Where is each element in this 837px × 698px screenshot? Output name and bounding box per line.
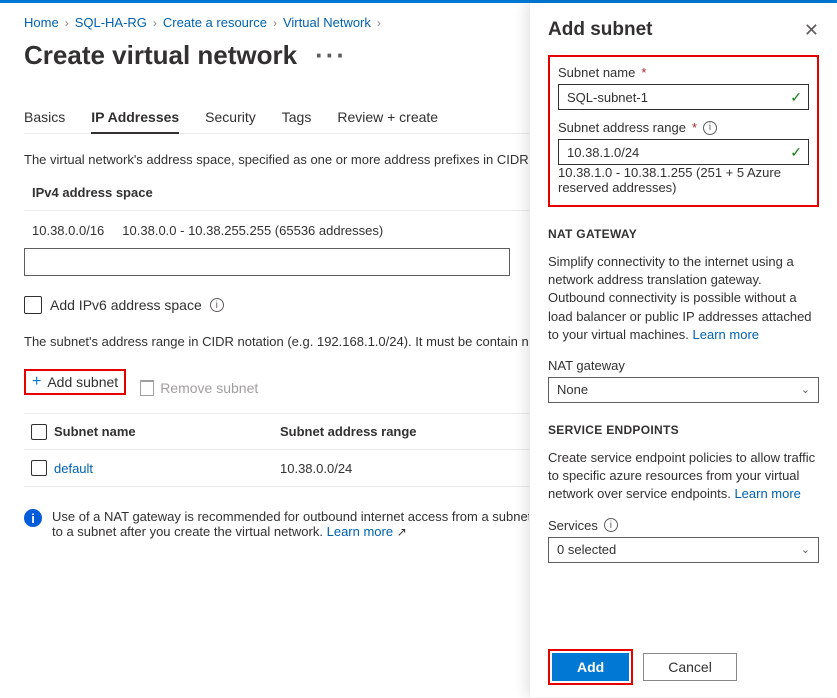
row-checkbox[interactable] (31, 460, 47, 476)
tab-ip-addresses[interactable]: IP Addresses (91, 103, 179, 133)
breadcrumb-create[interactable]: Create a resource (163, 15, 267, 30)
panel-title: Add subnet (548, 19, 653, 41)
more-icon[interactable]: ··· (315, 40, 347, 71)
nat-gateway-desc: Simplify connectivity to the internet us… (548, 253, 819, 344)
info-icon[interactable]: i (210, 298, 224, 312)
address-space-input[interactable] (24, 248, 510, 276)
close-icon[interactable]: ✕ (804, 20, 819, 41)
ipv6-label: Add IPv6 address space (50, 297, 202, 313)
ipv6-checkbox[interactable] (24, 296, 42, 314)
subnet-name-label: Subnet name* (558, 65, 809, 80)
subnet-range-hint: 10.38.1.0 - 10.38.1.255 (251 + 5 Azure r… (558, 165, 809, 195)
tab-security[interactable]: Security (205, 103, 256, 133)
add-subnet-panel: Add subnet ✕ Subnet name* SQL-subnet-1 ✓… (529, 3, 837, 697)
check-icon: ✓ (790, 144, 802, 161)
chevron-down-icon: ⌄ (801, 383, 810, 396)
info-icon: i (24, 509, 42, 527)
subnet-range-label: Subnet address range* i (558, 120, 809, 135)
remove-subnet-button[interactable]: Remove subnet (140, 380, 258, 396)
service-endpoints-desc: Create service endpoint policies to allo… (548, 449, 819, 504)
cancel-button[interactable]: Cancel (643, 653, 737, 681)
learn-more-link[interactable]: Learn more (327, 524, 393, 539)
info-icon[interactable]: i (703, 121, 717, 135)
learn-more-link[interactable]: Learn more (693, 327, 759, 342)
th-subnet-name: Subnet name (54, 424, 280, 439)
add-button-highlight: Add (548, 649, 633, 685)
trash-icon (140, 380, 154, 396)
chevron-icon: › (65, 16, 69, 30)
info-icon[interactable]: i (604, 518, 618, 532)
chevron-icon: › (153, 16, 157, 30)
subnet-fields-highlight: Subnet name* SQL-subnet-1 ✓ Subnet addre… (548, 55, 819, 207)
th-subnet-range: Subnet address range (280, 424, 417, 439)
add-subnet-highlight: + Add subnet (24, 369, 126, 395)
subnet-range-input[interactable]: 10.38.1.0/24 ✓ (558, 139, 809, 165)
plus-icon: + (32, 373, 41, 391)
chevron-icon: › (377, 16, 381, 30)
subnet-name-input[interactable]: SQL-subnet-1 ✓ (558, 84, 809, 110)
service-endpoints-title: SERVICE ENDPOINTS (548, 423, 819, 437)
services-label: Services i (548, 518, 819, 533)
breadcrumb-home[interactable]: Home (24, 15, 59, 30)
nat-gateway-title: NAT GATEWAY (548, 227, 819, 241)
select-all-checkbox[interactable] (31, 424, 47, 440)
chevron-icon: › (273, 16, 277, 30)
nat-info-text: Use of a NAT gateway is recommended for … (52, 509, 560, 539)
add-subnet-button[interactable]: + Add subnet (32, 373, 118, 391)
services-dropdown[interactable]: 0 selected ⌄ (548, 537, 819, 563)
tab-basics[interactable]: Basics (24, 103, 65, 133)
ipv4-address: 10.38.0.0/16 (32, 223, 104, 238)
nat-gateway-label: NAT gateway (548, 358, 819, 373)
chevron-down-icon: ⌄ (801, 543, 810, 556)
external-link-icon: ↗ (397, 525, 407, 539)
nat-gateway-dropdown[interactable]: None ⌄ (548, 377, 819, 403)
tab-tags[interactable]: Tags (282, 103, 312, 133)
learn-more-link[interactable]: Learn more (734, 486, 800, 501)
subnet-range-value: 10.38.0.0/24 (280, 461, 352, 476)
breadcrumb-rg[interactable]: SQL-HA-RG (75, 15, 147, 30)
breadcrumb-vnet[interactable]: Virtual Network (283, 15, 371, 30)
tab-review[interactable]: Review + create (337, 103, 438, 133)
check-icon: ✓ (790, 89, 802, 106)
add-button[interactable]: Add (552, 653, 629, 681)
ipv4-range: 10.38.0.0 - 10.38.255.255 (65536 address… (122, 223, 383, 238)
subnet-link-default[interactable]: default (54, 461, 93, 476)
